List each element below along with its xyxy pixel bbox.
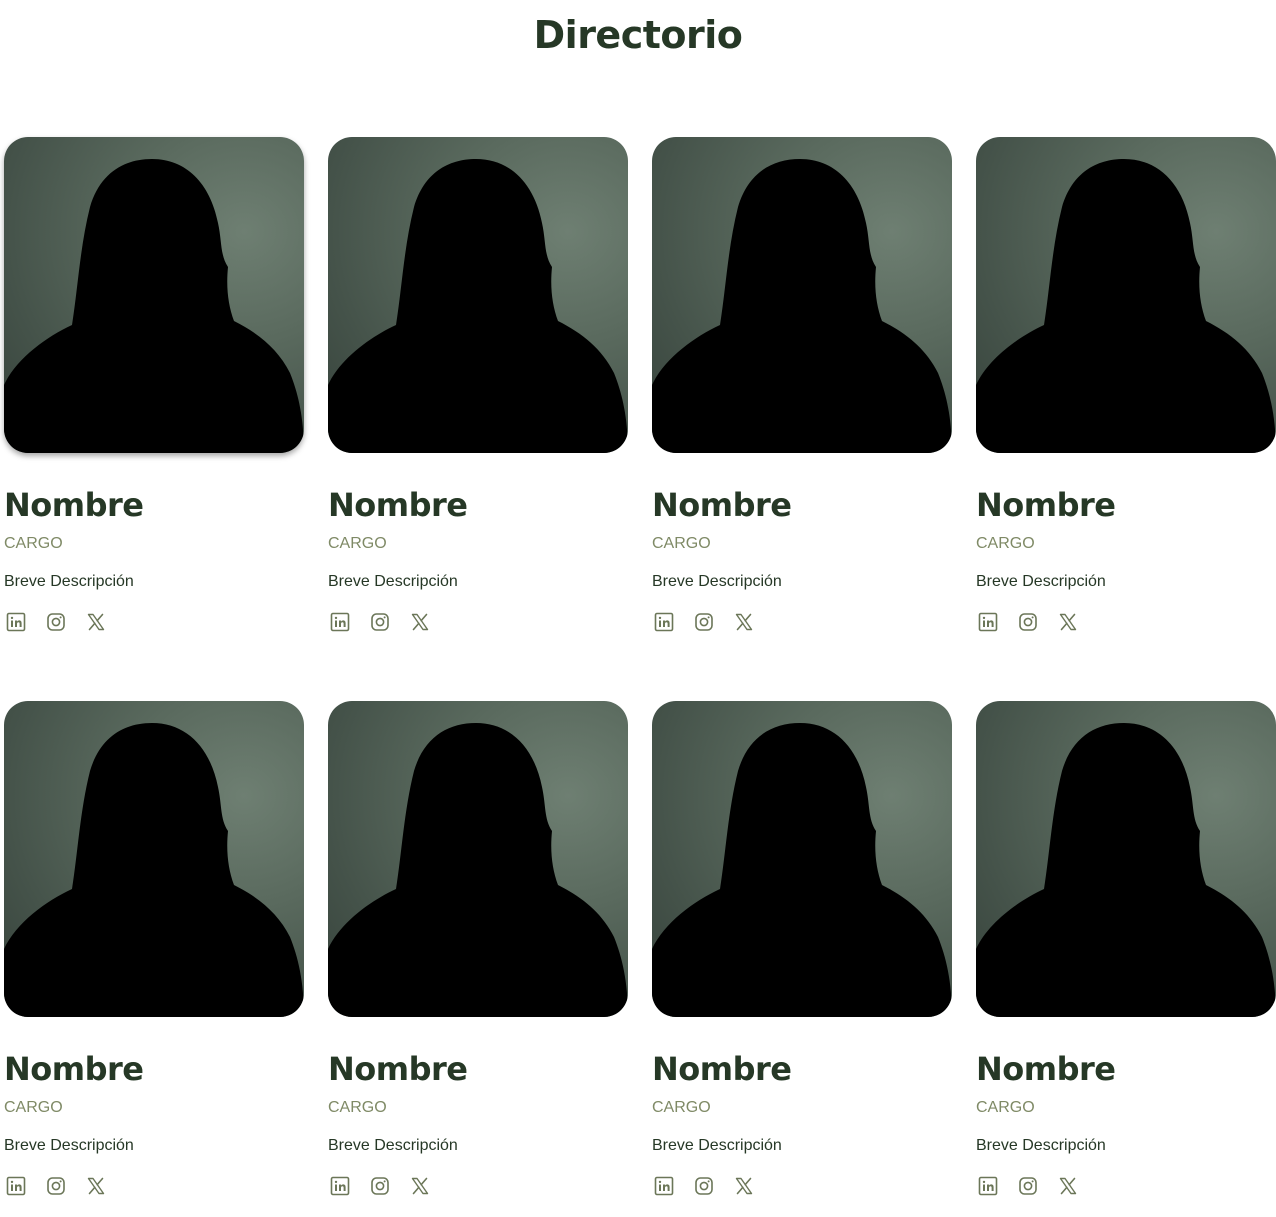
silhouette-image [652, 723, 952, 1017]
member-name: Nombre [652, 1050, 792, 1088]
member-photo [976, 137, 1276, 453]
silhouette-image [328, 159, 628, 453]
member-description: Breve Descripción [4, 1137, 134, 1154]
instagram-icon[interactable] [1018, 1176, 1038, 1196]
instagram-icon[interactable] [46, 1176, 66, 1196]
member-card: Nombre CARGO Breve Descripción [652, 137, 952, 653]
social-links [654, 612, 754, 632]
social-links [330, 612, 430, 632]
member-description: Breve Descripción [976, 1137, 1106, 1154]
social-links [6, 612, 106, 632]
x-icon[interactable] [734, 1176, 754, 1196]
silhouette-image [976, 723, 1276, 1017]
member-role: CARGO [328, 1099, 387, 1116]
member-card: Nombre CARGO Breve Descripción [328, 137, 628, 653]
silhouette-image [976, 159, 1276, 453]
member-card: Nombre CARGO Breve Descripción [976, 701, 1276, 1217]
member-name: Nombre [328, 486, 468, 524]
member-name: Nombre [976, 486, 1116, 524]
social-links [654, 1176, 754, 1196]
member-photo [4, 137, 304, 453]
member-photo [652, 701, 952, 1017]
member-name: Nombre [4, 486, 144, 524]
silhouette-image [328, 723, 628, 1017]
directory-grid: Nombre CARGO Breve Descripción Nombre CA… [4, 137, 1276, 1217]
member-role: CARGO [328, 535, 387, 552]
member-photo [652, 137, 952, 453]
linkedin-icon[interactable] [978, 1176, 998, 1196]
member-photo [328, 701, 628, 1017]
social-links [330, 1176, 430, 1196]
member-description: Breve Descripción [328, 1137, 458, 1154]
instagram-icon[interactable] [46, 612, 66, 632]
member-role: CARGO [976, 1099, 1035, 1116]
linkedin-icon[interactable] [330, 1176, 350, 1196]
x-icon[interactable] [410, 1176, 430, 1196]
x-icon[interactable] [734, 612, 754, 632]
silhouette-image [652, 159, 952, 453]
member-photo [4, 701, 304, 1017]
instagram-icon[interactable] [694, 1176, 714, 1196]
x-icon[interactable] [86, 612, 106, 632]
member-role: CARGO [976, 535, 1035, 552]
linkedin-icon[interactable] [978, 612, 998, 632]
member-description: Breve Descripción [652, 573, 782, 590]
linkedin-icon[interactable] [6, 1176, 26, 1196]
member-photo [328, 137, 628, 453]
linkedin-icon[interactable] [330, 612, 350, 632]
member-role: CARGO [652, 535, 711, 552]
member-role: CARGO [4, 1099, 63, 1116]
member-card: Nombre CARGO Breve Descripción [4, 701, 304, 1217]
member-description: Breve Descripción [4, 573, 134, 590]
linkedin-icon[interactable] [6, 612, 26, 632]
member-name: Nombre [4, 1050, 144, 1088]
x-icon[interactable] [1058, 1176, 1078, 1196]
member-card: Nombre CARGO Breve Descripción [4, 137, 304, 653]
instagram-icon[interactable] [370, 1176, 390, 1196]
member-description: Breve Descripción [976, 573, 1106, 590]
linkedin-icon[interactable] [654, 1176, 674, 1196]
silhouette-image [4, 723, 304, 1017]
member-name: Nombre [652, 486, 792, 524]
member-description: Breve Descripción [328, 573, 458, 590]
page-title: Directorio [533, 13, 743, 57]
instagram-icon[interactable] [370, 612, 390, 632]
member-name: Nombre [328, 1050, 468, 1088]
x-icon[interactable] [86, 1176, 106, 1196]
member-role: CARGO [652, 1099, 711, 1116]
member-photo [976, 701, 1276, 1017]
member-card: Nombre CARGO Breve Descripción [976, 137, 1276, 653]
member-description: Breve Descripción [652, 1137, 782, 1154]
x-icon[interactable] [410, 612, 430, 632]
silhouette-image [4, 159, 304, 453]
member-card: Nombre CARGO Breve Descripción [328, 701, 628, 1217]
social-links [978, 612, 1078, 632]
social-links [978, 1176, 1078, 1196]
linkedin-icon[interactable] [654, 612, 674, 632]
instagram-icon[interactable] [694, 612, 714, 632]
member-name: Nombre [976, 1050, 1116, 1088]
x-icon[interactable] [1058, 612, 1078, 632]
social-links [6, 1176, 106, 1196]
member-role: CARGO [4, 535, 63, 552]
instagram-icon[interactable] [1018, 612, 1038, 632]
member-card: Nombre CARGO Breve Descripción [652, 701, 952, 1217]
